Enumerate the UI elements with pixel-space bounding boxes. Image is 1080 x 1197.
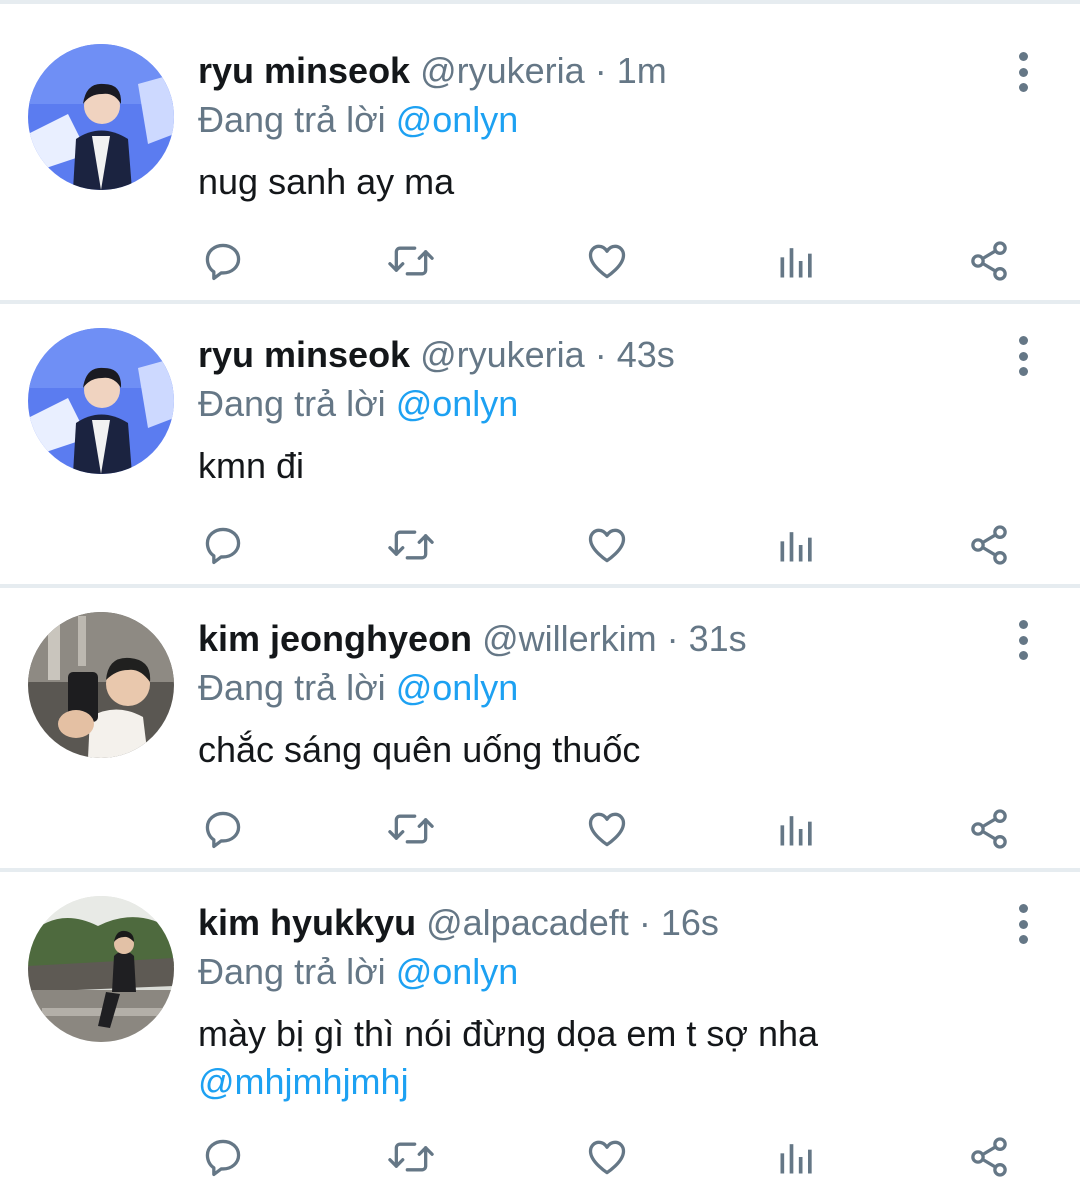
tweet[interactable]: kim jeonghyeon @willerkim · 31s Đang trả… <box>0 588 1080 868</box>
analytics-icon[interactable] <box>772 804 822 854</box>
like-icon[interactable] <box>582 804 632 854</box>
analytics-icon[interactable] <box>772 1132 822 1182</box>
retweet-icon[interactable] <box>386 236 436 286</box>
username[interactable]: @alpacadeft <box>426 902 629 943</box>
tweet-text-content: kmn đi <box>198 445 305 486</box>
replying-to-mention[interactable]: @onlyn <box>396 667 519 708</box>
replying-to-label: Đang trả lời <box>198 99 386 140</box>
share-icon[interactable] <box>964 1132 1014 1182</box>
tweet-header: kim hyukkyu @alpacadeft · 16s <box>198 900 719 946</box>
replying-to-label: Đang trả lời <box>198 383 386 424</box>
tweet-text-content: mày bị gì thì nói đừng dọa em t sợ nha <box>198 1013 819 1054</box>
action-bar <box>198 520 1028 570</box>
analytics-icon[interactable] <box>772 520 822 570</box>
replying-to-label: Đang trả lời <box>198 667 386 708</box>
more-options-icon[interactable] <box>1008 336 1038 376</box>
replying-to: Đang trả lời @onlyn <box>198 381 518 427</box>
more-options-icon[interactable] <box>1008 904 1038 944</box>
avatar[interactable] <box>28 612 174 758</box>
reply-icon[interactable] <box>198 804 248 854</box>
display-name[interactable]: kim hyukkyu <box>198 902 416 943</box>
tweet-text: kmn đi <box>198 442 304 490</box>
display-name[interactable]: ryu minseok <box>198 50 410 91</box>
tweet-text: chắc sáng quên uống thuốc <box>198 726 640 774</box>
like-icon[interactable] <box>582 520 632 570</box>
replying-to: Đang trả lời @onlyn <box>198 665 518 711</box>
username[interactable]: @willerkim <box>482 618 657 659</box>
replying-to-label: Đang trả lời <box>198 951 386 992</box>
tweet-header: ryu minseok @ryukeria · 43s <box>198 332 675 378</box>
reply-icon[interactable] <box>198 1132 248 1182</box>
replying-to: Đang trả lời @onlyn <box>198 949 518 995</box>
analytics-icon[interactable] <box>772 236 822 286</box>
avatar[interactable] <box>28 44 174 190</box>
action-bar <box>198 236 1028 286</box>
separator-dot: · <box>594 334 607 375</box>
timestamp[interactable]: 1m <box>617 50 667 91</box>
action-bar <box>198 1132 1028 1182</box>
tweet-text: nug sanh ay ma <box>198 158 454 206</box>
display-name[interactable]: ryu minseok <box>198 334 410 375</box>
share-icon[interactable] <box>964 520 1014 570</box>
replying-to-mention[interactable]: @onlyn <box>396 951 519 992</box>
replying-to-mention[interactable]: @onlyn <box>396 383 519 424</box>
avatar[interactable] <box>28 896 174 1042</box>
separator-dot: · <box>594 50 607 91</box>
tweet-header: ryu minseok @ryukeria · 1m <box>198 48 667 94</box>
retweet-icon[interactable] <box>386 1132 436 1182</box>
reply-icon[interactable] <box>198 520 248 570</box>
reply-icon[interactable] <box>198 236 248 286</box>
separator-dot: · <box>666 618 679 659</box>
share-icon[interactable] <box>964 804 1014 854</box>
username[interactable]: @ryukeria <box>420 50 585 91</box>
retweet-icon[interactable] <box>386 804 436 854</box>
like-icon[interactable] <box>582 1132 632 1182</box>
tweet[interactable]: ryu minseok @ryukeria · 43s Đang trả lời… <box>0 304 1080 584</box>
tweet-text: mày bị gì thì nói đừng dọa em t sợ nha @… <box>198 1010 818 1106</box>
display-name[interactable]: kim jeonghyeon <box>198 618 472 659</box>
timestamp[interactable]: 31s <box>689 618 747 659</box>
tweet[interactable]: ryu minseok @ryukeria · 1m Đang trả lời … <box>0 4 1080 300</box>
tweet-text-content: nug sanh ay ma <box>198 161 455 202</box>
reply-feed: ryu minseok @ryukeria · 1m Đang trả lời … <box>0 0 1080 1193</box>
retweet-icon[interactable] <box>386 520 436 570</box>
more-options-icon[interactable] <box>1008 620 1038 660</box>
replying-to: Đang trả lời @onlyn <box>198 97 518 143</box>
timestamp[interactable]: 43s <box>617 334 675 375</box>
tweet[interactable]: kim hyukkyu @alpacadeft · 16s Đang trả l… <box>0 872 1080 1197</box>
avatar[interactable] <box>28 328 174 474</box>
replying-to-mention[interactable]: @onlyn <box>396 99 519 140</box>
separator-dot: · <box>638 902 651 943</box>
timestamp[interactable]: 16s <box>661 902 719 943</box>
tweet-header: kim jeonghyeon @willerkim · 31s <box>198 616 747 662</box>
share-icon[interactable] <box>964 236 1014 286</box>
tweet-text-content: chắc sáng quên uống thuốc <box>198 729 641 770</box>
like-icon[interactable] <box>582 236 632 286</box>
more-options-icon[interactable] <box>1008 52 1038 92</box>
username[interactable]: @ryukeria <box>420 334 585 375</box>
action-bar <box>198 804 1028 854</box>
tweet-text-mention[interactable]: @mhjmhjmhj <box>198 1058 818 1106</box>
